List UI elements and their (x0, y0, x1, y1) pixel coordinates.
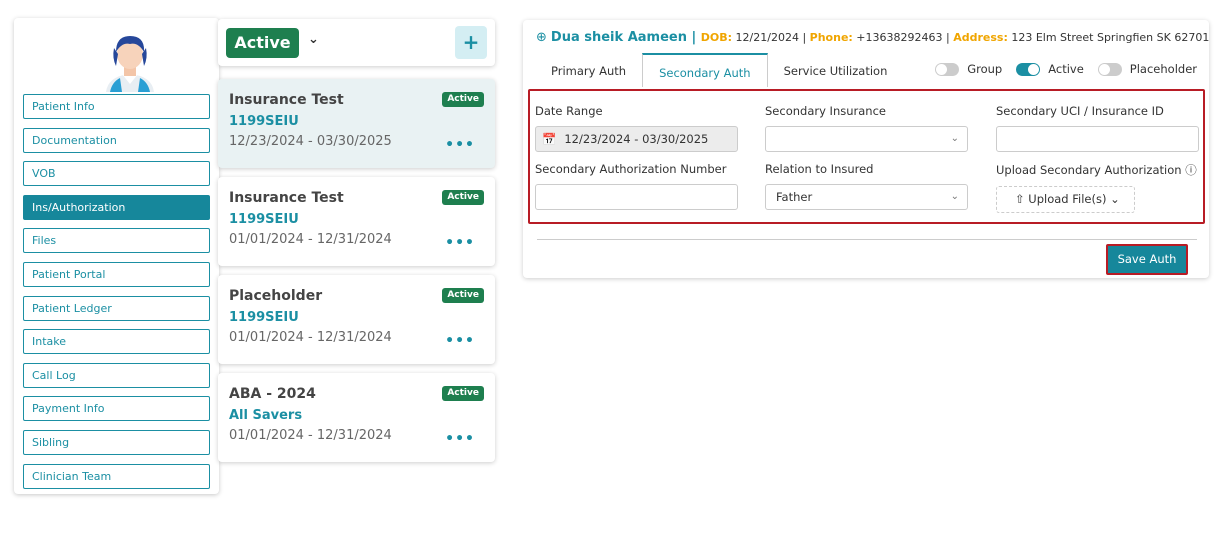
auth-card-dates: 01/01/2024 - 12/31/2024 (229, 330, 392, 345)
group-toggle-label: Group (967, 62, 1003, 76)
calendar-icon: 📅 (542, 132, 557, 146)
date-range-label: Date Range (535, 104, 603, 118)
secondary-auth-form: Date Range 📅 12/23/2024 - 03/30/2025 Seco… (528, 89, 1205, 224)
auth-card-insurance: 1199SEIU (229, 310, 299, 325)
separator: | (686, 30, 701, 45)
chevron-down-icon: ⌄ (1110, 192, 1120, 206)
upload-label: Upload Secondary Authorization ⓘ (996, 163, 1197, 177)
address-label: Address: (953, 31, 1008, 44)
placeholder-toggle[interactable] (1097, 62, 1122, 76)
auth-card-title: Placeholder (229, 288, 323, 304)
status-badge: Active (442, 92, 484, 107)
sidebar-item-files[interactable]: Files (23, 228, 210, 254)
chevron-down-icon: ⌄ (950, 191, 959, 202)
patient-name: Dua sheik Aameen (550, 30, 687, 45)
upload-files-button[interactable]: ⇧ Upload File(s) ⌄ (996, 186, 1135, 213)
auth-card-insurance: All Savers (229, 408, 303, 423)
patient-sidebar: Patient Info Documentation VOB Ins/Autho… (14, 18, 219, 494)
auth-card-insurance: 1199SEIU (229, 212, 299, 227)
plus-icon: + (462, 30, 480, 54)
dob-value: 12/21/2024 | (732, 31, 810, 44)
sidebar-item-patient-portal[interactable]: Patient Portal (23, 261, 210, 287)
auth-number-label: Secondary Authorization Number (535, 162, 727, 176)
secondary-insurance-select[interactable]: ⌄ (765, 126, 968, 152)
status-badge: Active (442, 288, 484, 303)
auth-card-title: Insurance Test (229, 92, 344, 108)
more-options-icon[interactable]: ••• (445, 137, 475, 153)
auth-card[interactable]: Placeholder 1199SEIU 01/01/2024 - 12/31/… (218, 275, 495, 364)
chevron-down-icon[interactable]: ⌄ (308, 32, 319, 47)
auth-tabs: Primary Auth Secondary Auth Service Util… (535, 53, 903, 87)
collapse-circle-icon[interactable]: ⊕ (536, 30, 547, 45)
active-toggle-label: Active (1048, 62, 1084, 76)
auth-card[interactable]: Insurance Test 1199SEIU 01/01/2024 - 12/… (218, 177, 495, 266)
sidebar-item-call-log[interactable]: Call Log (23, 362, 210, 388)
sidebar-item-sibling[interactable]: Sibling (23, 429, 210, 455)
phone-label: Phone: (809, 31, 853, 44)
save-auth-button[interactable]: Save Auth (1106, 244, 1188, 275)
sidebar-item-intake[interactable]: Intake (23, 329, 210, 355)
sidebar-item-documentation[interactable]: Documentation (23, 127, 210, 153)
active-toggle[interactable] (1016, 62, 1041, 76)
sidebar-nav: Patient Info Documentation VOB Ins/Autho… (23, 94, 210, 497)
sidebar-item-ins-authorization[interactable]: Ins/Authorization (23, 194, 210, 220)
authorization-panel: ⊕ Dua sheik Aameen | DOB: 12/21/2024 | Ph… (523, 20, 1209, 278)
auth-number-input[interactable] (535, 184, 738, 210)
status-filter-dropdown[interactable]: Active (226, 28, 299, 58)
secondary-insurance-label: Secondary Insurance (765, 104, 886, 118)
date-range-field: 📅 12/23/2024 - 03/30/2025 (535, 126, 738, 152)
tab-secondary-auth[interactable]: Secondary Auth (642, 53, 768, 87)
group-toggle[interactable] (935, 62, 960, 76)
sidebar-item-patient-info[interactable]: Patient Info (23, 94, 210, 119)
address-value: 123 Elm Street Springfien SK 62701 (1007, 31, 1210, 44)
chevron-down-icon: ⌄ (950, 133, 959, 144)
sidebar-item-clinician-team[interactable]: Clinician Team (23, 463, 210, 489)
patient-header: ⊕ Dua sheik Aameen | DOB: 12/21/2024 | Ph… (536, 30, 1209, 45)
more-options-icon[interactable]: ••• (445, 431, 475, 447)
divider (537, 239, 1197, 240)
tab-service-utilization[interactable]: Service Utilization (768, 53, 904, 87)
auth-list-header: Active ⌄ + (218, 19, 495, 66)
secondary-uci-input[interactable] (996, 126, 1199, 152)
filter-toggles: Group Active Placeholder (921, 62, 1197, 76)
status-badge: Active (442, 386, 484, 401)
upload-icon: ⇧ (1015, 192, 1025, 206)
relation-label: Relation to Insured (765, 162, 874, 176)
sidebar-item-payment-info[interactable]: Payment Info (23, 396, 210, 422)
status-badge: Active (442, 190, 484, 205)
phone-value: +13638292463 | (852, 31, 954, 44)
placeholder-toggle-label: Placeholder (1129, 62, 1197, 76)
relation-select[interactable]: Father ⌄ (765, 184, 968, 210)
auth-card-dates: 01/01/2024 - 12/31/2024 (229, 428, 392, 443)
info-icon[interactable]: ⓘ (1185, 163, 1197, 177)
tab-primary-auth[interactable]: Primary Auth (535, 53, 642, 87)
more-options-icon[interactable]: ••• (445, 235, 475, 251)
auth-card-dates: 12/23/2024 - 03/30/2025 (229, 134, 392, 149)
auth-card-title: Insurance Test (229, 190, 344, 206)
auth-card-title: ABA - 2024 (229, 386, 316, 402)
secondary-uci-label: Secondary UCI / Insurance ID (996, 104, 1164, 118)
more-options-icon[interactable]: ••• (445, 333, 475, 349)
auth-card-insurance: 1199SEIU (229, 114, 299, 129)
auth-card[interactable]: ABA - 2024 All Savers 01/01/2024 - 12/31… (218, 373, 495, 462)
add-authorization-button[interactable]: + (455, 26, 487, 59)
dob-label: DOB: (700, 31, 733, 44)
auth-card[interactable]: Insurance Test 1199SEIU 12/23/2024 - 03/… (218, 79, 495, 168)
sidebar-item-vob[interactable]: VOB (23, 161, 210, 187)
doctor-avatar-icon (106, 36, 154, 92)
sidebar-item-patient-ledger[interactable]: Patient Ledger (23, 295, 210, 321)
auth-card-dates: 01/01/2024 - 12/31/2024 (229, 232, 392, 247)
